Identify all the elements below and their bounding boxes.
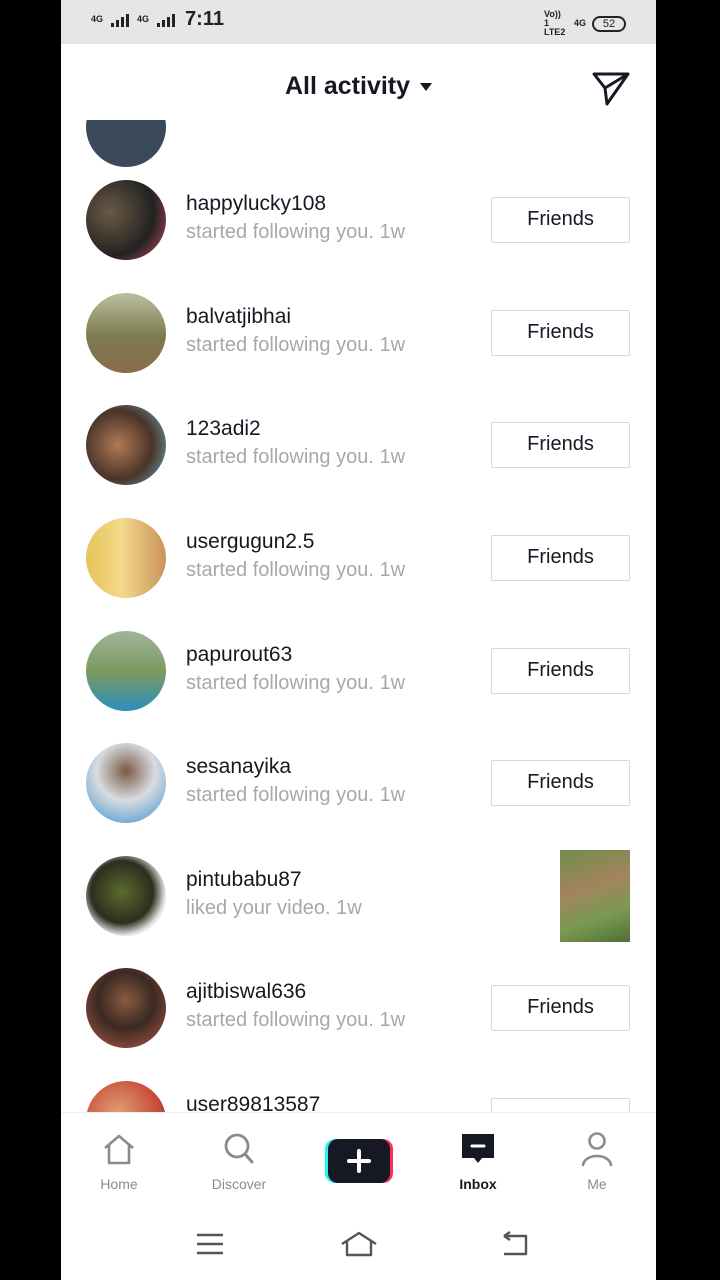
avatar[interactable]	[86, 631, 166, 711]
avatar[interactable]	[86, 743, 166, 823]
battery-icon: 52	[592, 15, 626, 32]
tab-home[interactable]: Home	[79, 1131, 159, 1192]
avatar[interactable]	[86, 968, 166, 1048]
list-item[interactable]: 123adi2 started following you. 1w Friend…	[61, 389, 656, 501]
avatar[interactable]	[86, 856, 166, 936]
friends-button[interactable]: Friends	[491, 197, 630, 243]
list-item[interactable]: usergugun2.5 started following you. 1w F…	[61, 502, 656, 614]
username[interactable]: 123adi2	[186, 417, 261, 441]
friends-button[interactable]: Friends	[491, 648, 630, 694]
username[interactable]: ajitbiswal636	[186, 980, 306, 1004]
inbox-icon	[462, 1134, 494, 1163]
menu-icon[interactable]	[194, 1230, 226, 1258]
list-item[interactable]: balvatjibhai started following you. 1w F…	[61, 277, 656, 389]
bottom-tab-bar: Home Discover Inbox Me	[61, 1112, 656, 1209]
avatar[interactable]	[86, 518, 166, 598]
avatar[interactable]	[86, 405, 166, 485]
username[interactable]: balvatjibhai	[186, 305, 291, 329]
tab-discover[interactable]: Discover	[199, 1131, 279, 1192]
friends-button[interactable]: Friends	[491, 310, 630, 356]
activity-list[interactable]: happylucky108 started following you. 1w …	[61, 120, 656, 1112]
username[interactable]: user89813587	[186, 1093, 320, 1112]
system-nav-bar	[61, 1208, 656, 1280]
network-type-3: 4G	[573, 18, 586, 28]
status-bar: 4G 4G 7:11 Vo)) 1 LTE2 4G 52	[61, 0, 656, 44]
video-thumbnail[interactable]	[560, 850, 630, 942]
username[interactable]: happylucky108	[186, 192, 326, 216]
activity-filter-dropdown[interactable]: All activity	[61, 72, 656, 101]
list-item[interactable]: happylucky108 started following you. 1w …	[61, 164, 656, 276]
back-icon[interactable]	[498, 1230, 530, 1258]
friends-button[interactable]	[491, 1098, 630, 1112]
paper-plane-icon[interactable]	[591, 68, 631, 108]
tab-label: Discover	[211, 1176, 267, 1192]
page-title: All activity	[284, 72, 411, 100]
home-button-icon[interactable]	[339, 1230, 379, 1258]
tab-label: Me	[587, 1176, 607, 1192]
avatar[interactable]	[86, 1081, 166, 1112]
signal-icon	[111, 13, 130, 27]
volte-indicator: Vo)) 1 LTE2	[543, 9, 566, 37]
tab-label: Inbox	[459, 1176, 497, 1192]
activity-text: started following you. 1w	[186, 1009, 406, 1031]
username[interactable]: sesanayika	[186, 755, 291, 779]
username[interactable]: usergugun2.5	[186, 530, 314, 554]
tab-inbox[interactable]: Inbox	[438, 1131, 518, 1192]
network-type-2: 4G	[137, 14, 150, 24]
activity-text: started following you. 1w	[186, 672, 406, 694]
avatar[interactable]	[86, 120, 166, 167]
friends-button[interactable]: Friends	[491, 535, 630, 581]
avatar[interactable]	[86, 293, 166, 373]
tab-label: Home	[100, 1176, 138, 1192]
list-item[interactable]: ajitbiswal636 started following you. 1w …	[61, 952, 656, 1064]
signal-icon	[157, 13, 176, 27]
friends-button[interactable]: Friends	[491, 760, 630, 806]
home-icon	[104, 1134, 134, 1165]
activity-text: started following you. 1w	[186, 221, 406, 243]
list-item[interactable]: papurout63 started following you. 1w Fri…	[61, 615, 656, 727]
list-item[interactable]: user89813587	[61, 1065, 656, 1112]
header: All activity	[61, 44, 656, 132]
friends-button[interactable]: Friends	[491, 985, 630, 1031]
activity-text: started following you. 1w	[186, 784, 406, 806]
network-type-1: 4G	[91, 14, 104, 24]
list-item[interactable]: sesanayika started following you. 1w Fri…	[61, 727, 656, 839]
username[interactable]: pintubabu87	[186, 868, 302, 892]
caret-down-icon	[420, 83, 433, 92]
friends-button[interactable]: Friends	[491, 422, 630, 468]
activity-text: liked your video. 1w	[186, 897, 362, 919]
phone-screen: 4G 4G 7:11 Vo)) 1 LTE2 4G 52 All activit…	[61, 0, 656, 1280]
avatar[interactable]	[86, 180, 166, 260]
tab-me[interactable]: Me	[557, 1131, 637, 1192]
create-plus-icon[interactable]	[325, 1139, 393, 1183]
list-item[interactable]: pintubabu87 liked your video. 1w	[61, 840, 656, 952]
activity-text: started following you. 1w	[186, 446, 406, 468]
search-icon	[224, 1133, 254, 1164]
activity-text: started following you. 1w	[186, 334, 406, 356]
username[interactable]: papurout63	[186, 643, 292, 667]
profile-icon	[581, 1132, 613, 1167]
activity-text: started following you. 1w	[186, 559, 406, 581]
clock: 7:11	[185, 8, 224, 30]
